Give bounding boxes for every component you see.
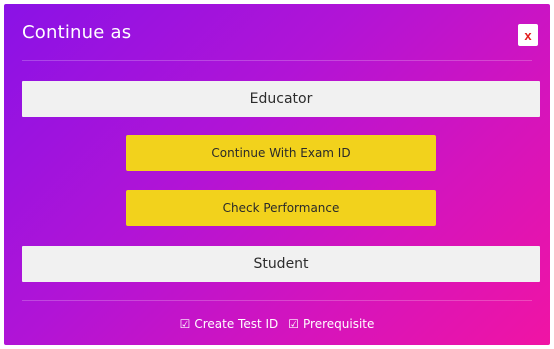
create-test-id-link[interactable]: ☑ Create Test ID: [180, 317, 279, 331]
close-button[interactable]: x: [518, 24, 538, 46]
checkbox-checked-icon: ☑: [179, 317, 191, 331]
continue-as-modal: Continue as x Educator Continue With Exa…: [4, 4, 550, 345]
prerequisite-label: Prerequisite: [303, 317, 375, 331]
check-performance-button[interactable]: Check Performance: [126, 190, 436, 226]
modal-title: Continue as: [22, 22, 132, 43]
checkbox-checked-icon: ☑: [288, 317, 300, 331]
educator-button[interactable]: Educator: [22, 81, 540, 117]
header-divider: [22, 60, 532, 61]
create-test-id-label: Create Test ID: [194, 317, 279, 331]
modal-header: Continue as x: [4, 4, 550, 62]
prerequisite-link[interactable]: ☑ Prerequisite: [288, 317, 374, 331]
student-button[interactable]: Student: [22, 246, 540, 282]
close-icon: x: [524, 27, 532, 43]
continue-with-exam-id-button[interactable]: Continue With Exam ID: [126, 135, 436, 171]
footer-divider: [22, 300, 532, 301]
modal-footer: ☑ Create Test ID ☑ Prerequisite: [4, 315, 550, 333]
